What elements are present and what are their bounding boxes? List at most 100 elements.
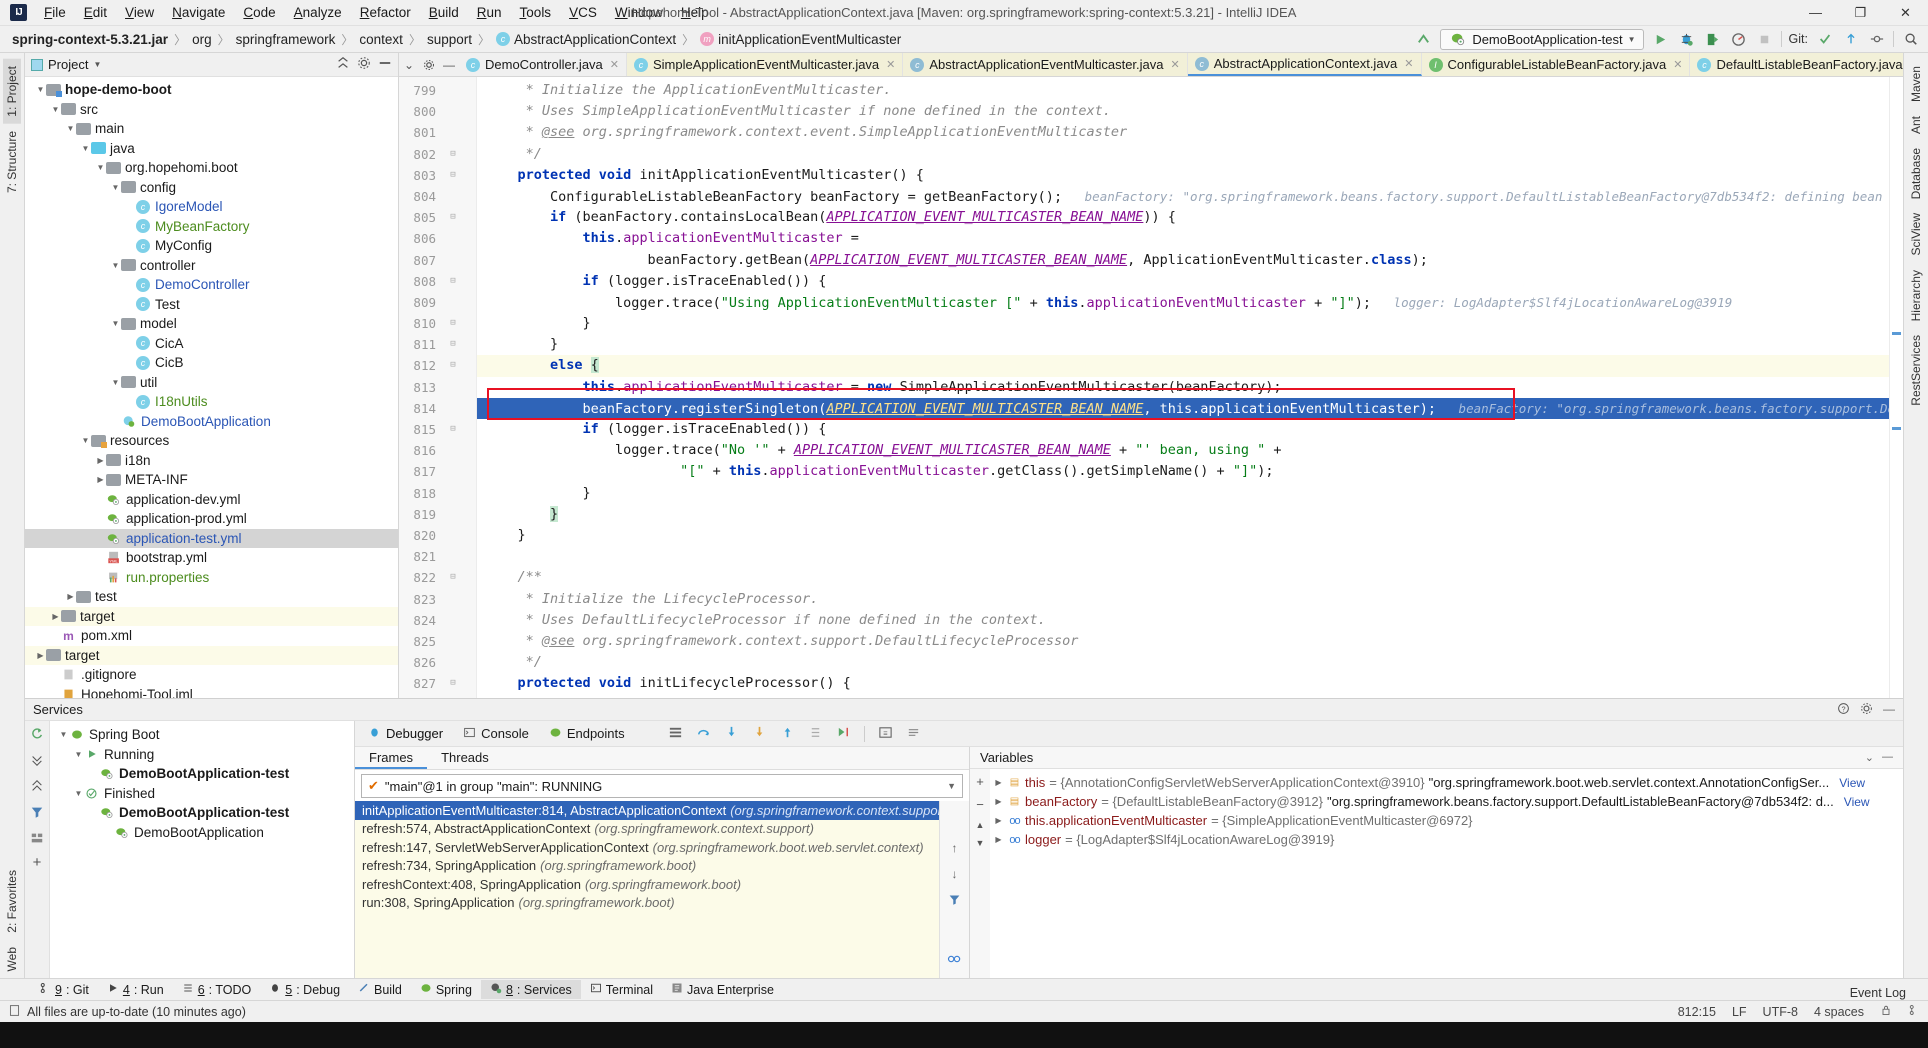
editor-tab-defaultlistablebeanfactory-java[interactable]: cDefaultListableBeanFactory.java✕ [1690,53,1903,76]
event-log-button[interactable]: Event Log [1850,986,1906,1000]
run-configuration-selector[interactable]: DemoBootApplication-test ▼ [1440,28,1644,50]
close-icon[interactable]: ✕ [610,58,619,71]
tree-node-pom-xml[interactable]: m pom.xml [25,626,398,646]
lock-icon[interactable] [1880,1004,1892,1019]
view-link[interactable]: View [1844,795,1870,809]
menu-vcs[interactable]: VCS [560,2,606,23]
tree-node--gitignore[interactable]: .gitignore [25,665,398,685]
line-number-825[interactable]: 825 [399,631,476,652]
chevron-down-icon[interactable]: ▼ [73,789,84,798]
line-number-820[interactable]: 820 [399,525,476,546]
variable-row[interactable]: ▶ oo this.applicationEventMulticaster = {S… [990,811,1903,830]
chevron-down-icon[interactable]: ▼ [110,319,121,328]
search-icon[interactable] [1901,30,1920,49]
code-line-827[interactable]: protected void initLifecycleProcessor() … [477,673,1889,694]
gear-icon[interactable] [1860,702,1873,718]
service-node-spring-boot[interactable]: ▼ Spring Boot [50,725,354,745]
code-line-819[interactable]: } [477,504,1889,525]
tree-node-resources[interactable]: ▼ resources [25,431,398,451]
tab-list-icon[interactable]: ⌄ [399,53,419,76]
code-line-824[interactable]: * Uses DefaultLifecycleProcessor if none… [477,610,1889,631]
tree-node-target[interactable]: ▶ target [25,606,398,626]
tool-window-button-run[interactable]: 4: Run [98,980,173,999]
line-number-819[interactable]: 819 [399,504,476,525]
arrow-down-icon[interactable]: ▼ [976,838,985,848]
line-number-813[interactable]: 813 [399,377,476,398]
commit-icon[interactable] [1867,30,1886,49]
tree-node-meta-inf[interactable]: ▶ META-INF [25,470,398,490]
rerun-icon[interactable] [30,727,44,744]
remove-watch-icon[interactable]: − [976,797,984,812]
breadcrumb-item-springframework[interactable]: springframework [232,31,340,48]
breadcrumb-item-spring-context-5-3-21-jar[interactable]: spring-context-5.3.21.jar [8,31,172,48]
tree-node-igoremodel[interactable]: c IgoreModel [25,197,398,217]
line-number-805[interactable]: 805 ⊟ [399,207,476,228]
line-number-802[interactable]: 802 ⊟ [399,144,476,165]
layout-icon[interactable] [668,725,683,743]
tree-node-i18nutils[interactable]: c I18nUtils [25,392,398,412]
link-icon[interactable] [947,953,962,968]
chevron-down-icon[interactable]: ▼ [110,261,121,270]
chevron-right-icon[interactable]: ▶ [993,816,1004,825]
chevron-down-icon[interactable]: ▼ [80,436,91,445]
fold-icon[interactable]: ⊟ [448,572,458,582]
view-link[interactable]: View [1839,776,1865,790]
debugger-tab-debugger[interactable]: Debugger [365,724,446,744]
frame-item[interactable]: initApplicationEventMulticaster:814, Abs… [355,801,939,820]
chevron-right-icon[interactable]: ▶ [993,778,1004,787]
filter-icon[interactable] [948,893,961,909]
variable-row[interactable]: ▶ ▤ beanFactory = {DefaultListableBeanFact… [990,792,1903,811]
add-icon[interactable]: + [33,855,42,870]
chevron-right-icon[interactable]: ▶ [95,456,106,465]
tool-window-button-git[interactable]: 9: Git [30,980,98,999]
line-number-800[interactable]: 800 [399,101,476,122]
run-icon[interactable] [1651,30,1670,49]
run-to-cursor-icon[interactable] [836,725,851,743]
update-project-icon[interactable] [1841,30,1860,49]
minimize-button[interactable]: — [1793,0,1838,26]
tree-node-java[interactable]: ▼ java [25,139,398,159]
close-icon[interactable]: ✕ [1171,58,1180,71]
tool-window-button-debug[interactable]: 5: Debug [260,980,349,999]
line-number-816[interactable]: 816 [399,440,476,461]
tree-node-model[interactable]: ▼ model [25,314,398,334]
tree-node-hopehomi-tool-iml[interactable]: Hopehomi-Tool.iml [25,685,398,698]
fold-icon[interactable]: ⊟ [448,339,458,349]
chevron-down-icon[interactable]: ▼ [110,183,121,192]
frame-item[interactable]: refreshContext:408, SpringApplication (or… [355,875,939,894]
menu-edit[interactable]: Edit [75,2,116,23]
fold-icon[interactable]: ⊟ [448,170,458,180]
chevron-right-icon[interactable]: ▶ [50,612,61,621]
hide-icon[interactable] [378,56,392,73]
service-node-finished[interactable]: ▼ Finished [50,784,354,804]
breadcrumb-item-support[interactable]: support [423,31,476,48]
chevron-down-icon[interactable]: ▼ [50,105,61,114]
code-line-816[interactable]: logger.trace("No '" + APPLICATION_EVENT_… [477,440,1889,461]
frame-item[interactable]: run:308, SpringApplication (org.springfra… [355,894,939,913]
tool-window-button-terminal[interactable]: Terminal [581,980,662,999]
editor-tab-democontroller-java[interactable]: c DemoController.java ✕ [459,53,627,76]
line-number-gutter[interactable]: 799 800 801 802 ⊟ 803 ⊟ 804 805 ⊟ 806 807 808 ⊟ 809 810… [399,77,477,698]
tree-node-demobootapplication[interactable]: DemoBootApplication [25,412,398,432]
line-number-812[interactable]: 812 ⊟ [399,355,476,376]
fold-icon[interactable]: ⊟ [448,212,458,222]
close-icon[interactable]: ✕ [1673,58,1682,71]
tree-node-util[interactable]: ▼ util [25,373,398,393]
code-line-828[interactable]: ConfigurableListableBeanFactory beanFact… [477,694,1889,698]
line-number-827[interactable]: 827 ⊟ [399,673,476,694]
tree-node-mybeanfactory[interactable]: c MyBeanFactory [25,217,398,237]
service-node-running[interactable]: ▼ Running [50,745,354,765]
code-line-804[interactable]: ConfigurableListableBeanFactory beanFact… [477,186,1889,207]
tree-node-test[interactable]: c Test [25,295,398,315]
line-number-814[interactable]: 814 [399,398,476,419]
line-number-803[interactable]: 803 ⊟ [399,165,476,186]
evaluate-icon[interactable]: ≡ [878,725,893,743]
code-line-818[interactable]: } [477,483,1889,504]
hide-icon[interactable]: — [439,53,459,76]
gear-icon[interactable] [357,56,371,73]
maximize-button[interactable]: ❐ [1838,0,1883,26]
tree-node-test[interactable]: ▶ test [25,587,398,607]
code-line-823[interactable]: * Initialize the LifecycleProcessor. [477,589,1889,610]
debug-icon[interactable] [1677,30,1696,49]
tree-node-main[interactable]: ▼ main [25,119,398,139]
